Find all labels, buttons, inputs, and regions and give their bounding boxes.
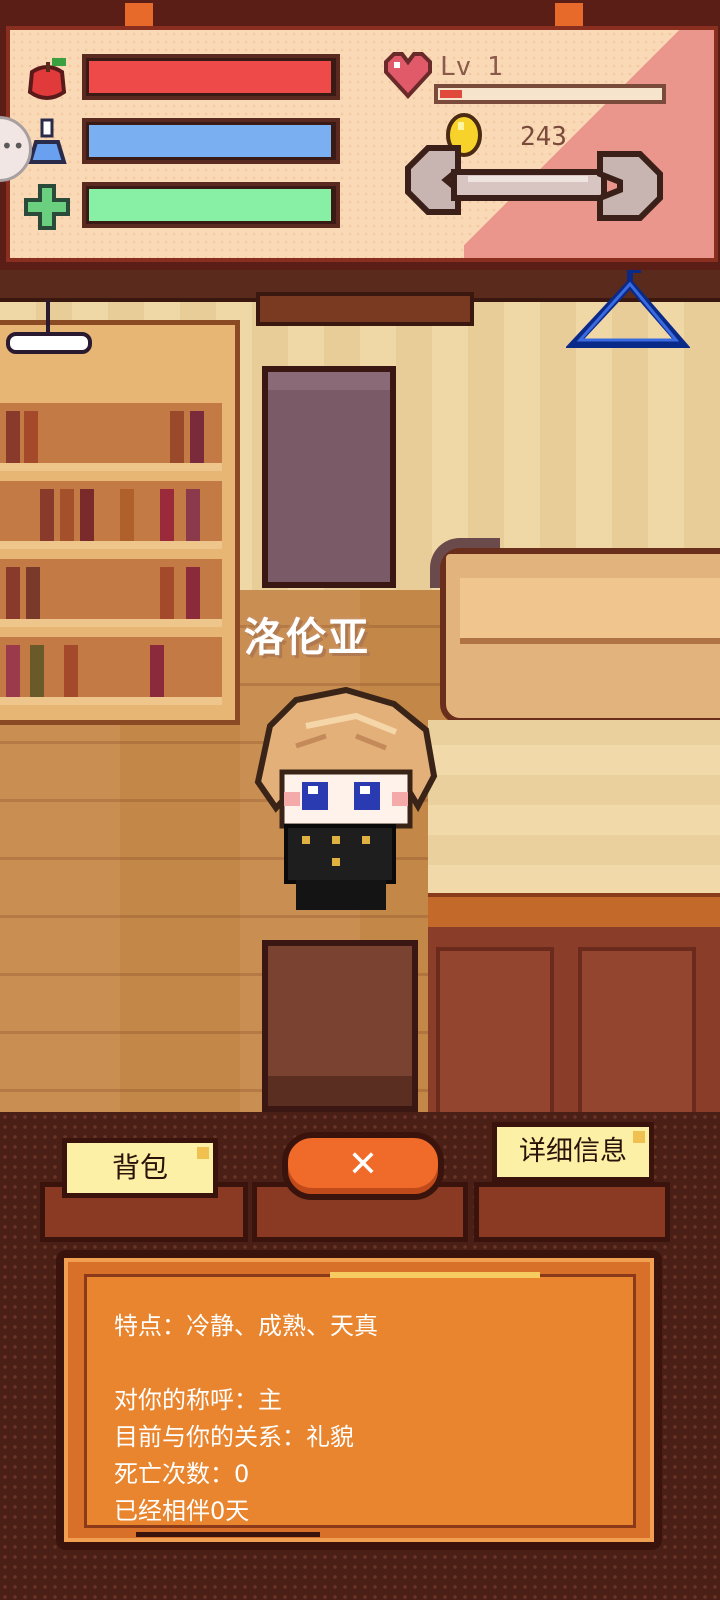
info-panel-accent <box>330 1272 540 1278</box>
hunger-bar <box>82 54 340 100</box>
shelf-row <box>0 481 222 549</box>
right-wall <box>428 720 720 895</box>
wall-vent <box>256 292 474 326</box>
lamp-icon[interactable] <box>6 300 106 360</box>
water-bar <box>82 118 340 164</box>
stool <box>262 940 418 1112</box>
game-screen: 洛伦亚 Lv 1 243 •• 背包 ✕ 详细信息 特点：冷静、成熟、天真 对你… <box>0 0 720 1600</box>
shelf-row <box>0 637 222 705</box>
xp-bar <box>434 84 666 104</box>
info-death-count: 死亡次数：0 <box>114 1460 250 1488</box>
level-label: Lv 1 <box>440 52 503 82</box>
backpack-button[interactable]: 背包 <box>62 1138 218 1198</box>
character-name: 洛伦亚 <box>244 615 370 661</box>
info-spacer <box>114 1345 614 1382</box>
health-bar <box>82 182 340 228</box>
bookshelf[interactable] <box>0 320 240 725</box>
info-days-together: 已经相伴0天 <box>114 1497 250 1525</box>
shelf-row <box>0 403 222 471</box>
shelf-row <box>0 559 222 627</box>
bed[interactable] <box>430 538 720 728</box>
counter-top <box>428 893 720 931</box>
info-traits: 特点：冷静、成熟、天真 <box>114 1312 378 1340</box>
green-cross-icon <box>24 184 70 230</box>
scroll-indicator <box>136 1532 320 1537</box>
character-sprite[interactable] <box>236 686 446 916</box>
heart-icon <box>384 52 432 99</box>
wrench-icon[interactable] <box>388 140 670 236</box>
info-relationship: 目前与你的关系：礼貌 <box>114 1423 354 1451</box>
status-panel: Lv 1 243 <box>0 0 720 270</box>
button-base <box>474 1182 670 1242</box>
door[interactable] <box>262 366 396 588</box>
details-button[interactable]: 详细信息 <box>492 1122 654 1182</box>
character-info: 特点：冷静、成熟、天真 对你的称呼：主 目前与你的关系：礼貌 死亡次数：0 已经… <box>114 1308 614 1530</box>
info-nickname: 对你的称呼：主 <box>114 1386 282 1414</box>
close-button[interactable]: ✕ <box>282 1132 444 1200</box>
apple-icon <box>27 58 67 100</box>
